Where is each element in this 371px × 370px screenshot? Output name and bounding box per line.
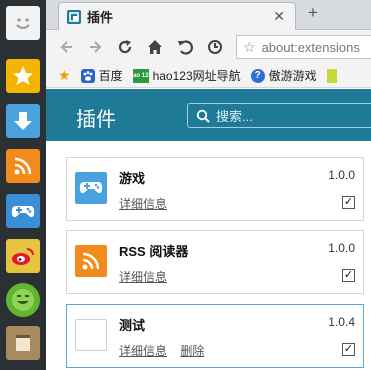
reload-icon[interactable] (116, 38, 134, 56)
extension-card-games: 游戏 1.0.0 详细信息 ✓ (66, 157, 364, 221)
undo-icon[interactable] (176, 38, 194, 56)
details-link[interactable]: 详细信息 (119, 270, 167, 284)
home-icon[interactable] (146, 38, 164, 56)
hao123-icon: hao 123 (129, 68, 152, 83)
extension-name: RSS 阅读器 (119, 244, 189, 259)
extension-version: 1.0.0 (328, 241, 355, 255)
extension-version: 1.0.0 (328, 168, 355, 182)
tab-title: 插件 (87, 10, 114, 25)
question-icon: ? (250, 68, 265, 83)
bookmark-overflow-icon[interactable] (326, 68, 337, 83)
sidebar-rss-button[interactable] (6, 149, 40, 183)
sidebar-games-button[interactable] (6, 194, 40, 228)
gamepad-icon (75, 172, 107, 204)
sidebar-smiley-button[interactable] (6, 6, 40, 40)
browser-window: 插件 ✕ + ☆ about:extensions ★ 百度 hao 123 h… (46, 0, 371, 370)
bookmarks-bar: ★ 百度 hao 123 hao123网址导航 ? 傲游游戏 (46, 64, 371, 88)
extension-card-test: 测试 1.0.4 详细信息 删除 ✓ (66, 304, 364, 368)
forward-icon[interactable] (86, 38, 104, 56)
bookmark-hao123[interactable]: hao 123 hao123网址导航 (129, 67, 241, 84)
sidebar-weibo-button[interactable] (6, 239, 40, 273)
tab-strip: 插件 ✕ + (46, 0, 371, 30)
extension-version: 1.0.4 (328, 315, 355, 329)
search-placeholder: 搜索... (216, 109, 253, 124)
back-icon[interactable] (58, 38, 76, 56)
extension-name: 测试 (119, 318, 146, 333)
note-icon (16, 335, 30, 351)
details-link[interactable]: 详细信息 (119, 344, 167, 358)
enable-checkbox[interactable]: ✓ (342, 196, 355, 209)
bookmark-maxthon-games[interactable]: ? 傲游游戏 (250, 67, 317, 84)
bookmark-baidu[interactable]: 百度 (80, 67, 123, 84)
sidebar-download-button[interactable] (6, 104, 40, 138)
sidebar (0, 0, 46, 370)
new-tab-button[interactable]: + (308, 3, 318, 23)
extension-card-rss: RSS 阅读器 1.0.0 详细信息 ✓ (66, 230, 364, 294)
bookmark-star-icon[interactable]: ☆ (243, 39, 256, 56)
address-bar[interactable]: ☆ about:extensions (236, 35, 371, 59)
gamepad-icon (11, 206, 35, 218)
sidebar-favorites-button[interactable] (6, 59, 40, 93)
history-icon[interactable] (206, 38, 224, 56)
download-icon (14, 112, 32, 130)
page-header: 插件 搜索... (46, 89, 371, 141)
smiley-icon (12, 289, 34, 311)
page-title: 插件 (76, 109, 116, 131)
enable-checkbox[interactable]: ✓ (342, 269, 355, 282)
tab-close-icon[interactable]: ✕ (273, 8, 285, 25)
bookmark-label: hao123网址导航 (152, 69, 241, 83)
details-link[interactable]: 详细信息 (119, 197, 167, 211)
bookmark-label: 百度 (98, 69, 123, 83)
smiley-icon (16, 18, 30, 29)
rss-icon (75, 245, 107, 277)
navigation-bar: ☆ about:extensions (46, 30, 371, 64)
extensions-tab-icon (67, 9, 81, 24)
extension-name: 游戏 (119, 171, 146, 186)
sidebar-emoji-button[interactable] (6, 283, 40, 317)
remove-link[interactable]: 删除 (180, 344, 204, 358)
star-icon (13, 66, 33, 85)
enable-checkbox[interactable]: ✓ (342, 343, 355, 356)
bookmark-label: 傲游游戏 (268, 69, 317, 83)
blank-icon (75, 319, 107, 351)
rss-icon (14, 157, 32, 175)
favorites-star-icon[interactable]: ★ (58, 67, 71, 84)
search-input[interactable]: 搜索... (187, 103, 371, 128)
weibo-icon (12, 248, 34, 265)
paw-icon (80, 68, 95, 83)
search-icon (196, 109, 210, 123)
tab-extensions[interactable]: 插件 ✕ (58, 2, 296, 30)
address-url[interactable]: about:extensions (262, 40, 360, 55)
sidebar-notes-button[interactable] (6, 326, 40, 360)
